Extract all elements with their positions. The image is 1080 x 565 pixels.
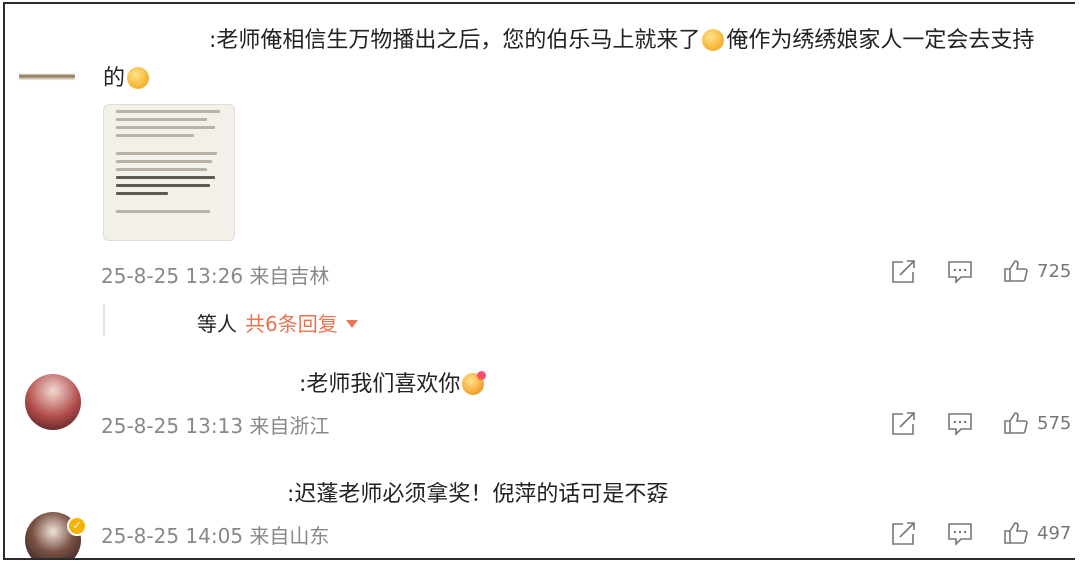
comment-list: :老师俺相信生万物播出之后，您的伯乐马上就来了 俺作为绣绣娘家人一定会去支持 的 … <box>3 2 1075 560</box>
comment-icon[interactable] <box>947 260 973 284</box>
avatar[interactable] <box>25 374 81 430</box>
thumbs-up-icon <box>1003 259 1029 283</box>
comment-meta: 25-8-25 13:13 来自浙江 <box>101 410 329 439</box>
crying-face-icon <box>127 67 150 89</box>
reply-thread-bar <box>103 304 105 336</box>
view-replies-link[interactable]: 共6条回复 <box>245 312 338 336</box>
thumbs-up-icon <box>1003 411 1029 435</box>
like-button[interactable]: 575 <box>1003 411 1071 435</box>
comment-meta: 25-8-25 14:05 来自山东 <box>101 520 329 549</box>
timestamp: 25-8-25 13:26 <box>101 264 244 288</box>
love-face-icon <box>462 371 487 395</box>
share-icon[interactable] <box>891 522 917 546</box>
like-count: 725 <box>1037 260 1072 282</box>
thumbs-up-icon <box>1003 521 1029 545</box>
like-button[interactable]: 725 <box>1003 259 1071 283</box>
location: 来自山东 <box>249 524 330 548</box>
chevron-down-icon <box>345 320 358 328</box>
timestamp: 25-8-25 14:05 <box>101 524 244 548</box>
verified-badge-icon: ✓ <box>67 516 87 536</box>
comment-text: :迟蓬老师必须拿奖！倪萍的话可是不孬 <box>287 482 669 507</box>
comment-meta: 25-8-25 13:26 来自吉林 <box>101 260 329 289</box>
comment-icon[interactable] <box>947 412 973 436</box>
crying-face-icon <box>702 29 725 51</box>
like-count: 575 <box>1037 412 1072 434</box>
comment-text: :老师我们喜欢你 <box>299 366 487 404</box>
timestamp: 25-8-25 13:13 <box>101 414 244 438</box>
like-count: 497 <box>1037 522 1072 544</box>
avatar[interactable] <box>19 48 75 104</box>
location: 来自浙江 <box>249 414 330 438</box>
share-icon[interactable] <box>891 412 917 436</box>
comment-icon[interactable] <box>947 522 973 546</box>
reply-summary[interactable]: 等人 共6条回复 <box>197 308 358 337</box>
share-icon[interactable] <box>891 260 917 284</box>
comment-image-thumbnail[interactable] <box>103 104 235 241</box>
like-button[interactable]: 497 <box>1003 521 1071 545</box>
location: 来自吉林 <box>249 264 330 288</box>
comment-text-continued: 的 <box>103 60 151 98</box>
comment-text: :老师俺相信生万物播出之后，您的伯乐马上就来了 俺作为绣绣娘家人一定会去支持 <box>209 28 1035 53</box>
